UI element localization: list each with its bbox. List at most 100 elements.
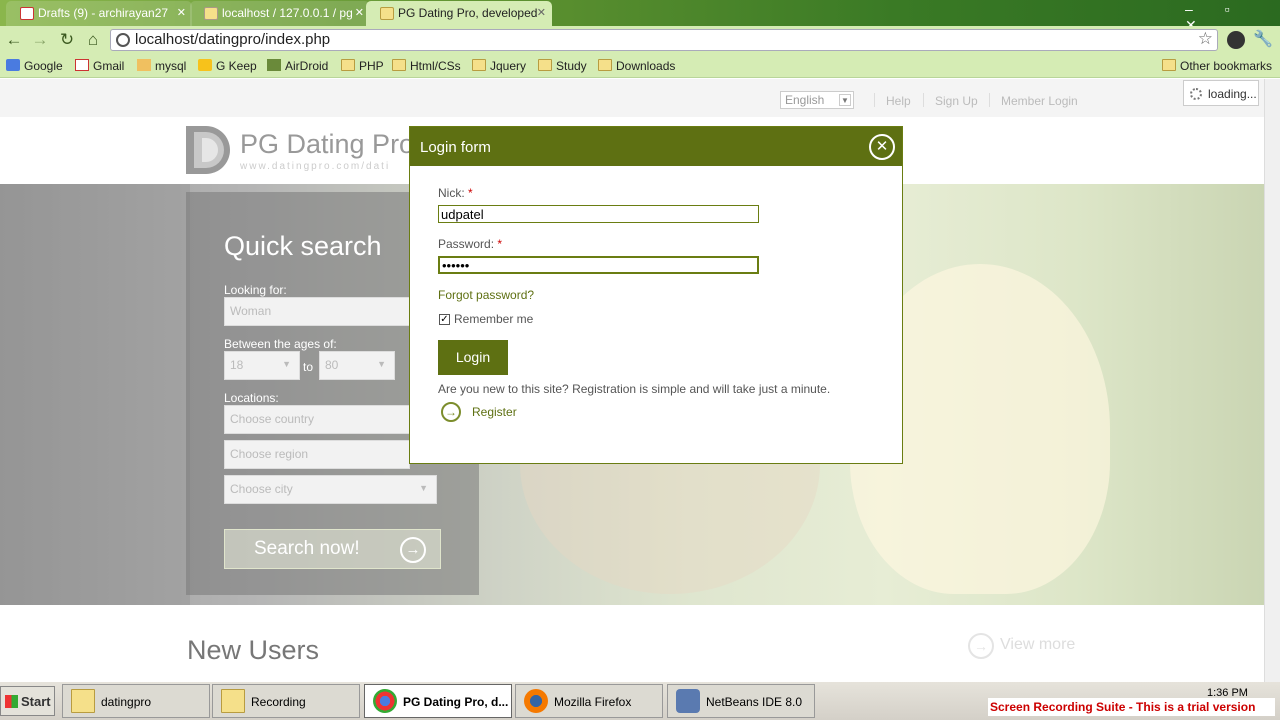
bookmark-label: Gmail xyxy=(93,59,125,73)
home-icon[interactable]: ⌂ xyxy=(83,30,103,50)
region-select[interactable]: Choose region xyxy=(224,440,410,469)
tab-label: PG Dating Pro, developed xyxy=(398,6,538,20)
forgot-password-link[interactable]: Forgot password? xyxy=(438,288,534,302)
address-bar[interactable]: localhost/datingpro/index.php ☆ xyxy=(110,29,1218,51)
reload-icon[interactable]: ↻ xyxy=(57,30,77,50)
gmail-icon xyxy=(75,59,89,71)
loading-indicator: loading... xyxy=(1183,80,1259,106)
logo-mark-icon xyxy=(186,126,230,174)
quick-search-title: Quick search xyxy=(224,231,382,261)
bookmark-label: Google xyxy=(24,59,63,73)
looking-for-select[interactable]: Woman xyxy=(224,297,410,326)
city-select[interactable]: Choose city ▼ xyxy=(224,475,437,504)
close-icon[interactable]: ✕ xyxy=(537,6,546,19)
bookmarks-bar: Google Gmail mysql G Keep AirDroid PHP H… xyxy=(0,54,1280,78)
city-placeholder: Choose city xyxy=(230,482,293,496)
age-to-select[interactable]: 80 ▼ xyxy=(319,351,395,380)
taskbar-item-chrome[interactable]: PG Dating Pro, d... xyxy=(364,684,512,718)
close-icon[interactable]: ✕ xyxy=(355,6,364,19)
remember-me-label: Remember me xyxy=(454,312,534,326)
bookmark-label: PHP xyxy=(359,59,384,73)
tab-pg-dating-pro[interactable]: PG Dating Pro, developed ✕ xyxy=(366,1,552,26)
chevron-down-icon: ▼ xyxy=(377,359,386,369)
other-bookmarks[interactable]: Other bookmarks xyxy=(1162,59,1272,73)
bookmark-php[interactable]: PHP xyxy=(341,59,384,73)
google-icon xyxy=(6,59,20,71)
taskbar-item-firefox[interactable]: Mozilla Firefox xyxy=(515,684,663,718)
address-text: localhost/datingpro/index.php xyxy=(135,31,331,48)
back-arrow-icon[interactable]: ← xyxy=(4,30,24,50)
windows-logo-icon xyxy=(5,695,18,708)
start-button[interactable]: Start xyxy=(0,686,55,716)
trial-banner: Screen Recording Suite - This is a trial… xyxy=(988,698,1275,716)
globe-icon xyxy=(116,33,130,47)
bookmark-gkeep[interactable]: G Keep xyxy=(198,59,257,73)
bookmark-star-icon[interactable]: ☆ xyxy=(1198,29,1213,49)
password-input[interactable] xyxy=(438,256,759,274)
bookmark-google[interactable]: Google xyxy=(6,59,63,73)
login-modal: Login form ✕ Nick: * Password: * Forgot … xyxy=(409,126,903,464)
folder-icon xyxy=(472,59,486,71)
folder-icon xyxy=(392,59,406,71)
forward-arrow-icon[interactable]: → xyxy=(30,30,50,50)
taskbar-label: NetBeans IDE 8.0 xyxy=(706,695,803,709)
page-scrollbar[interactable] xyxy=(1264,79,1280,682)
gmail-icon xyxy=(20,7,34,20)
close-icon[interactable]: ✕ xyxy=(869,134,895,160)
folder-icon xyxy=(598,59,612,71)
bookmark-airdroid[interactable]: AirDroid xyxy=(267,59,328,73)
login-button[interactable]: Login xyxy=(438,340,508,375)
country-select[interactable]: Choose country xyxy=(224,405,410,434)
divider xyxy=(923,93,924,107)
signup-link[interactable]: Sign Up xyxy=(935,94,978,108)
divider xyxy=(989,93,990,107)
language-select[interactable]: English ▼ xyxy=(780,91,854,109)
nick-label: Nick: * xyxy=(438,186,473,200)
wrench-icon[interactable]: 🔧 xyxy=(1253,31,1273,49)
divider xyxy=(874,93,875,107)
bookmark-label: mysql xyxy=(155,59,187,73)
taskbar-label: Recording xyxy=(251,695,306,709)
bookmark-mysql[interactable]: mysql xyxy=(137,59,186,73)
bookmark-downloads[interactable]: Downloads xyxy=(598,59,675,73)
search-now-button[interactable]: Search now! → xyxy=(224,529,441,569)
language-value: English xyxy=(785,93,825,107)
arrow-right-circle-icon[interactable]: → xyxy=(441,402,461,422)
bookmark-gmail[interactable]: Gmail xyxy=(75,59,124,73)
tab-gmail-drafts[interactable]: Drafts (9) - archirayan27 ✕ xyxy=(6,1,192,26)
tab-label: Drafts (9) - archirayan27 xyxy=(38,6,169,20)
registration-text: Are you new to this site? Registration i… xyxy=(438,382,831,396)
taskbar-item-datingpro[interactable]: datingpro xyxy=(62,684,210,718)
looking-for-label: Looking for: xyxy=(224,283,287,297)
logo-text[interactable]: PG Dating Pro xyxy=(240,129,414,160)
bookmark-jquery[interactable]: Jquery xyxy=(472,59,526,73)
bookmark-label: AirDroid xyxy=(285,59,329,73)
bookmark-htmlcss[interactable]: Html/CSs xyxy=(392,59,461,73)
remember-me-checkbox[interactable]: ✓ xyxy=(439,314,450,325)
extension-icon[interactable] xyxy=(1227,31,1245,49)
bookmark-label: Downloads xyxy=(616,59,676,73)
search-button-label: Search now! xyxy=(254,538,360,559)
chevron-down-icon: ▼ xyxy=(839,94,851,106)
folder-icon xyxy=(538,59,552,71)
ages-label: Between the ages of: xyxy=(224,337,337,351)
new-users-heading: New Users xyxy=(187,635,320,665)
tab-phpmyadmin[interactable]: localhost / 127.0.0.1 / pg ✕ xyxy=(190,1,370,26)
loading-text: loading... xyxy=(1208,87,1257,101)
bookmark-study[interactable]: Study xyxy=(538,59,587,73)
help-link[interactable]: Help xyxy=(886,94,911,108)
member-login-link[interactable]: Member Login xyxy=(1001,94,1078,108)
register-link[interactable]: Register xyxy=(472,405,517,419)
keep-icon xyxy=(198,59,212,71)
age-from-select[interactable]: 18 ▼ xyxy=(224,351,300,380)
taskbar-item-recording[interactable]: Recording xyxy=(212,684,360,718)
nick-input[interactable] xyxy=(438,205,759,223)
close-icon[interactable]: ✕ xyxy=(177,6,186,19)
chrome-icon xyxy=(373,689,397,713)
taskbar-item-netbeans[interactable]: NetBeans IDE 8.0 xyxy=(667,684,815,718)
age-to-label: to xyxy=(303,360,314,374)
view-more-link[interactable]: → View more xyxy=(968,633,1075,659)
modal-title: Login form xyxy=(420,139,491,156)
tab-strip: Drafts (9) - archirayan27 ✕ localhost / … xyxy=(0,0,1280,33)
folder-icon xyxy=(71,689,95,713)
